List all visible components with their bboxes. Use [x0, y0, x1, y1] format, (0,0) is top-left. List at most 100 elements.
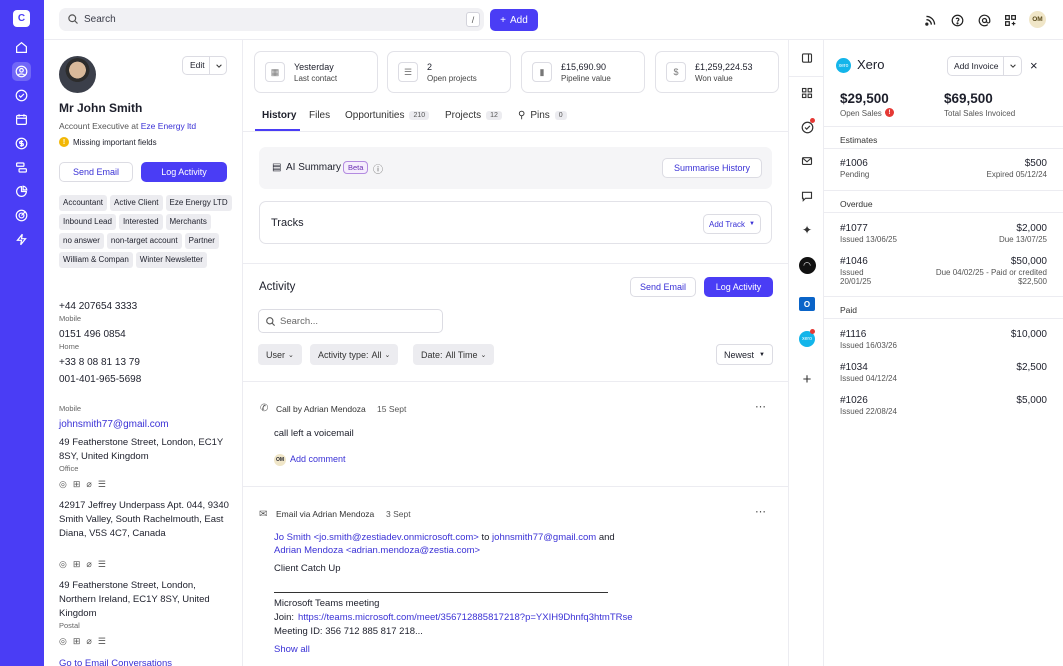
add-track-label: Add Track: [709, 219, 746, 229]
contacts-icon[interactable]: [12, 62, 31, 81]
beta-badge: Beta: [343, 161, 369, 174]
pipeline-icon[interactable]: [12, 158, 31, 177]
activity-type-filter[interactable]: Activity type: All ⌄: [310, 344, 399, 365]
summarise-history-button[interactable]: Summarise History: [662, 158, 762, 178]
map-icon[interactable]: ⊞: [73, 479, 81, 490]
add-comment-link[interactable]: Add comment: [290, 454, 346, 464]
rss-feed-icon[interactable]: [921, 11, 939, 29]
phone-number[interactable]: +33 8 08 81 13 79: [59, 357, 140, 368]
tab-projects[interactable]: Projects 12: [445, 110, 502, 121]
tasks-icon[interactable]: [12, 86, 31, 105]
tag[interactable]: Active Client: [110, 195, 163, 211]
tag[interactable]: William & Compan: [59, 252, 133, 268]
list-icon[interactable]: ☰: [98, 636, 106, 647]
send-email-button[interactable]: Send Email: [59, 162, 133, 182]
list-icon[interactable]: ☰: [98, 559, 106, 570]
date-filter[interactable]: Date: All Time ⌄: [413, 344, 495, 365]
user-avatar[interactable]: OM: [1029, 11, 1046, 28]
invoice-row[interactable]: #1116 Issued 16/03/26 $10,000: [840, 329, 1047, 350]
tab-pins[interactable]: ⚲ Pins 0: [518, 110, 567, 121]
add-track-button[interactable]: Add Track ▼: [703, 214, 761, 234]
global-search[interactable]: Search /: [59, 8, 484, 31]
app-logo[interactable]: C: [13, 10, 30, 27]
email-from-link[interactable]: Jo Smith <jo.smith@zestiadev.onmicrosoft…: [274, 532, 479, 543]
calendar-icon[interactable]: [12, 110, 31, 129]
goals-icon[interactable]: [12, 206, 31, 225]
ai-sparkle-icon[interactable]: ✦: [798, 221, 816, 239]
more-options-icon[interactable]: ⋯: [755, 400, 766, 413]
tag[interactable]: Accountant: [59, 195, 108, 211]
attach-icon[interactable]: ⌀: [86, 559, 91, 570]
phone-number[interactable]: +44 207654 3333: [59, 301, 137, 312]
tag[interactable]: Winter Newsletter: [135, 252, 207, 268]
panel-toggle-icon[interactable]: [798, 49, 816, 67]
add-button[interactable]: + Add: [490, 9, 538, 31]
automation-icon[interactable]: [12, 230, 31, 249]
info-icon[interactable]: ⓘ: [373, 161, 383, 176]
invoice-row[interactable]: #1006 Pending $500 Expired 05/12/24: [840, 158, 1047, 179]
deals-icon[interactable]: [12, 134, 31, 153]
show-all-link[interactable]: Show all: [274, 644, 310, 655]
reports-icon[interactable]: [12, 182, 31, 201]
alert-icon[interactable]: !: [885, 108, 894, 117]
email-to-link[interactable]: johnsmith77@gmail.com: [492, 532, 596, 543]
mail-icon[interactable]: [798, 152, 816, 170]
tab-opportunities[interactable]: Opportunities 210: [345, 110, 430, 121]
attach-icon[interactable]: ⌀: [86, 636, 91, 647]
email-conversations-link[interactable]: Go to Email Conversations: [59, 658, 172, 666]
sort-select[interactable]: Newest ▼: [716, 344, 773, 365]
chat-icon[interactable]: [798, 187, 816, 205]
home-icon[interactable]: [12, 38, 31, 57]
invoice-row[interactable]: #1077 Issued 13/06/25 $2,000 Due 13/07/2…: [840, 223, 1047, 244]
tag[interactable]: Eze Energy LTD: [165, 195, 232, 211]
invoice-row[interactable]: #1026 Issued 22/08/24 $5,000: [840, 395, 1047, 416]
help-icon[interactable]: [948, 11, 966, 29]
tag[interactable]: Partner: [184, 233, 219, 249]
company-link[interactable]: Eze Energy ltd: [141, 121, 196, 131]
tab-history[interactable]: History: [262, 110, 296, 121]
phone-number[interactable]: 001-401-965-5698: [59, 374, 141, 385]
activity-send-email-button[interactable]: Send Email: [630, 277, 696, 297]
tasks-check-icon[interactable]: [798, 118, 816, 136]
email-join-link[interactable]: https://teams.microsoft.com/meet/3567128…: [298, 612, 633, 623]
invoice-row[interactable]: #1046 Issued 20/01/25 $50,000 Due 04/02/…: [840, 256, 1047, 286]
edit-button[interactable]: Edit: [182, 56, 227, 75]
tag[interactable]: Interested: [118, 214, 163, 230]
email-cc-link[interactable]: Adrian Mendoza <adrian.mendoza@zestia.co…: [274, 545, 480, 556]
location-pin-icon[interactable]: ◎: [59, 479, 67, 490]
tag[interactable]: non-target account: [106, 233, 182, 249]
add-integration-icon[interactable]: +: [798, 370, 816, 388]
attach-icon[interactable]: ⌀: [86, 479, 91, 490]
total-sales-label: Total Sales Invoiced: [944, 109, 1016, 118]
mention-icon[interactable]: [975, 11, 993, 29]
outlook-icon[interactable]: O: [798, 295, 816, 313]
address[interactable]: 49 Featherstone Street, London, Northern…: [59, 579, 234, 621]
tag[interactable]: no answer: [59, 233, 104, 249]
address-label: Office: [59, 464, 79, 473]
grid-apps-icon[interactable]: [798, 84, 816, 102]
more-options-icon[interactable]: ⋯: [755, 505, 766, 518]
user-filter[interactable]: User ⌄: [258, 344, 302, 365]
map-icon[interactable]: ⊞: [73, 636, 81, 647]
tag[interactable]: Inbound Lead: [59, 214, 116, 230]
list-icon[interactable]: ☰: [98, 479, 106, 490]
activity-search-input[interactable]: Search...: [258, 309, 443, 333]
location-pin-icon[interactable]: ◎: [59, 559, 67, 570]
close-icon[interactable]: ×: [1030, 58, 1038, 73]
email-link[interactable]: johnsmith77@gmail.com: [59, 419, 169, 430]
location-pin-icon[interactable]: ◎: [59, 636, 67, 647]
apps-add-icon[interactable]: [1001, 11, 1019, 29]
address[interactable]: 49 Featherstone Street, London, EC1Y 8SY…: [59, 436, 234, 464]
map-icon[interactable]: ⊞: [73, 559, 81, 570]
address[interactable]: 42917 Jeffrey Underpass Apt. 044, 9340 S…: [59, 499, 234, 541]
tab-files[interactable]: Files: [309, 110, 330, 121]
phone-number[interactable]: 0151 496 0854: [59, 329, 126, 340]
add-invoice-button[interactable]: Add Invoice: [947, 56, 1022, 76]
feed-integration-icon[interactable]: ◠: [798, 256, 816, 274]
activity-log-activity-button[interactable]: Log Activity: [704, 277, 773, 297]
log-activity-button[interactable]: Log Activity: [141, 162, 227, 182]
tag[interactable]: Merchants: [165, 214, 211, 230]
invoice-row[interactable]: #1034 Issued 04/12/24 $2,500: [840, 362, 1047, 383]
missing-fields-warning[interactable]: ! Missing important fields: [59, 137, 157, 147]
xero-icon[interactable]: xero: [798, 329, 816, 348]
